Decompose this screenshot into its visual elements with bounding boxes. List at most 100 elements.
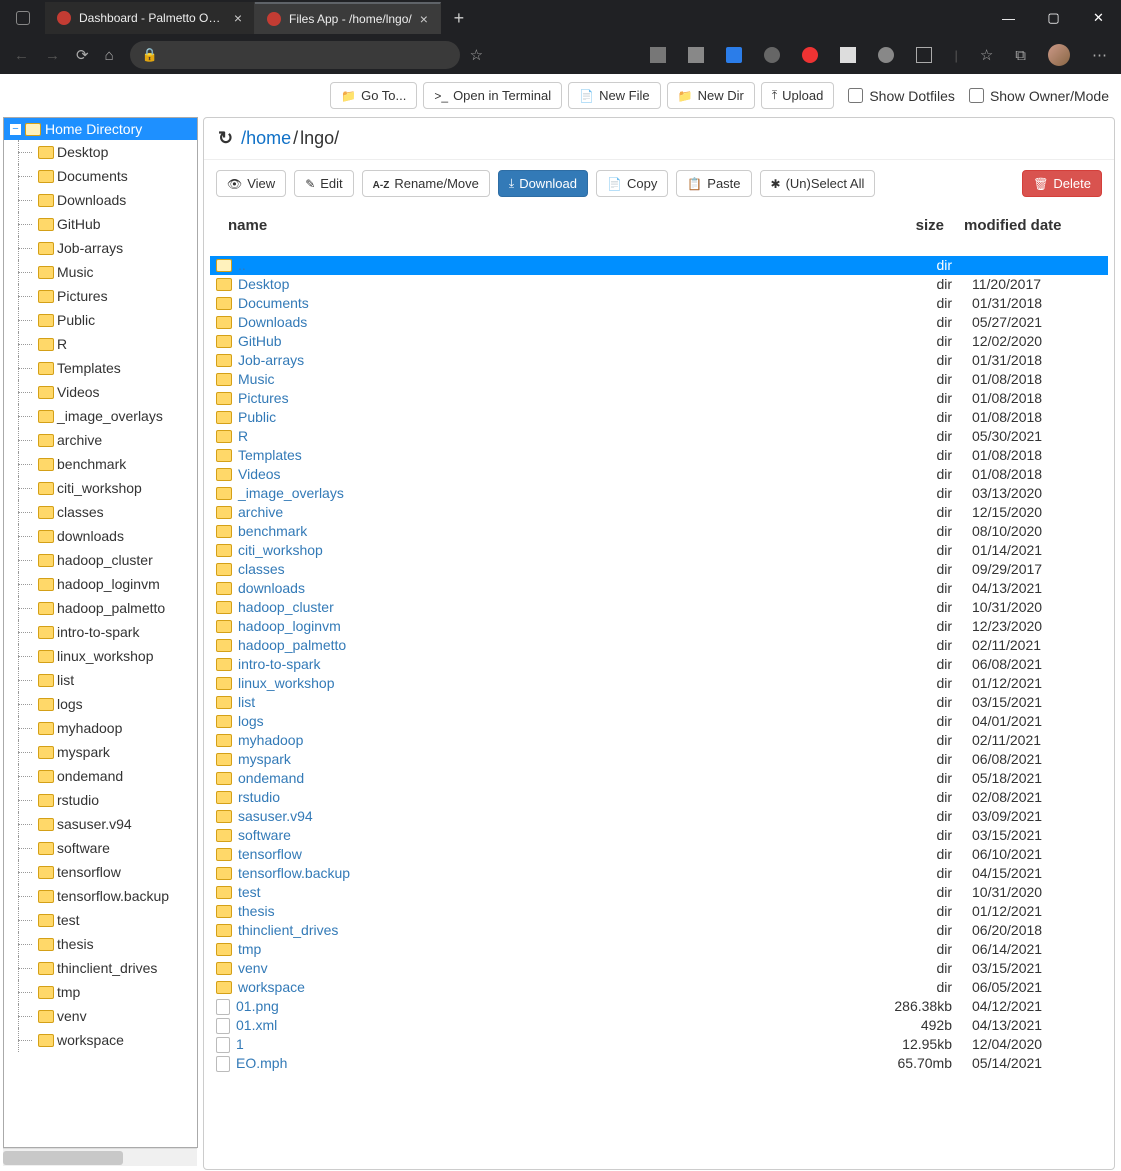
file-name-link[interactable]: _image_overlays (238, 484, 344, 503)
minimize-button[interactable]: — (986, 0, 1031, 36)
tree-item[interactable]: tensorflow (4, 860, 197, 884)
close-window-button[interactable]: ✕ (1076, 0, 1121, 36)
file-row[interactable]: tensorflowdir06/10/2021 (210, 845, 1108, 864)
file-name-link[interactable]: software (238, 826, 291, 845)
tree-item[interactable]: venv (4, 1004, 197, 1028)
tree-item[interactable]: workspace (4, 1028, 197, 1052)
tree-item[interactable]: benchmark (4, 452, 197, 476)
ext-icon-4[interactable] (764, 47, 780, 63)
tree-item[interactable]: Videos (4, 380, 197, 404)
file-name-link[interactable]: tensorflow.backup (238, 864, 350, 883)
directory-tree[interactable]: − Home Directory DesktopDocumentsDownloa… (3, 117, 198, 1148)
file-row[interactable]: benchmarkdir08/10/2020 (210, 522, 1108, 541)
tree-item[interactable]: Downloads (4, 188, 197, 212)
tree-item[interactable]: thesis (4, 932, 197, 956)
tree-item[interactable]: classes (4, 500, 197, 524)
new-tab-button[interactable]: + (441, 8, 477, 29)
file-row[interactable]: tmpdir06/14/2021 (210, 940, 1108, 959)
tree-item[interactable]: test (4, 908, 197, 932)
tree-item[interactable]: Documents (4, 164, 197, 188)
ext-icon-7[interactable] (878, 47, 894, 63)
file-row[interactable]: thesisdir01/12/2021 (210, 902, 1108, 921)
rename-button[interactable]: A-ZRename/Move (362, 170, 490, 197)
breadcrumb-home[interactable]: /home (241, 128, 291, 149)
tree-item[interactable]: Templates (4, 356, 197, 380)
tree-item[interactable]: citi_workshop (4, 476, 197, 500)
select-all-button[interactable]: ✱(Un)Select All (760, 170, 876, 197)
file-row[interactable]: archivedir12/15/2020 (210, 503, 1108, 522)
tree-item[interactable]: _image_overlays (4, 404, 197, 428)
tree-item[interactable]: R (4, 332, 197, 356)
tree-item[interactable]: GitHub (4, 212, 197, 236)
col-date-header[interactable]: modified date (964, 217, 1094, 234)
address-bar[interactable]: 🔒 (130, 41, 460, 69)
file-name-link[interactable]: intro-to-spark (238, 655, 320, 674)
file-row[interactable]: Downloadsdir05/27/2021 (210, 313, 1108, 332)
upload-button[interactable]: ⤒Upload (761, 82, 835, 109)
file-row[interactable]: hadoop_clusterdir10/31/2020 (210, 598, 1108, 617)
view-button[interactable]: 👁View (216, 170, 286, 197)
file-row[interactable]: Musicdir01/08/2018 (210, 370, 1108, 389)
file-row[interactable]: Templatesdir01/08/2018 (210, 446, 1108, 465)
file-name-link[interactable]: EO.mph (236, 1054, 287, 1073)
file-row[interactable]: hadoop_loginvmdir12/23/2020 (210, 617, 1108, 636)
file-row[interactable]: citi_workshopdir01/14/2021 (210, 541, 1108, 560)
tree-item[interactable]: Public (4, 308, 197, 332)
file-row[interactable]: ..dir (210, 256, 1108, 275)
file-row[interactable]: downloadsdir04/13/2021 (210, 579, 1108, 598)
file-row[interactable]: _image_overlaysdir03/13/2020 (210, 484, 1108, 503)
tree-item[interactable]: linux_workshop (4, 644, 197, 668)
tree-item[interactable]: Pictures (4, 284, 197, 308)
tree-item[interactable]: tensorflow.backup (4, 884, 197, 908)
file-row[interactable]: ondemanddir05/18/2021 (210, 769, 1108, 788)
tree-item[interactable]: software (4, 836, 197, 860)
file-name-link[interactable]: thesis (238, 902, 275, 921)
file-row[interactable]: 01.xml492b04/13/2021 (210, 1016, 1108, 1035)
file-row[interactable]: thinclient_drivesdir06/20/2018 (210, 921, 1108, 940)
file-row[interactable]: venvdir03/15/2021 (210, 959, 1108, 978)
forward-button[interactable]: → (45, 47, 60, 64)
tree-item[interactable]: list (4, 668, 197, 692)
tree-item[interactable]: hadoop_palmetto (4, 596, 197, 620)
tree-item[interactable]: rstudio (4, 788, 197, 812)
ext-icon-5[interactable] (802, 47, 818, 63)
file-row[interactable]: intro-to-sparkdir06/08/2021 (210, 655, 1108, 674)
file-name-link[interactable]: GitHub (238, 332, 282, 351)
file-name-link[interactable]: 1 (236, 1035, 244, 1054)
tree-item[interactable]: thinclient_drives (4, 956, 197, 980)
file-row[interactable]: testdir10/31/2020 (210, 883, 1108, 902)
collections-icon[interactable]: ⧉ (1015, 47, 1026, 64)
show-dotfiles-checkbox[interactable]: Show Dotfiles (848, 88, 955, 104)
file-name-link[interactable]: hadoop_palmetto (238, 636, 346, 655)
file-row[interactable]: 01.png286.38kb04/12/2021 (210, 997, 1108, 1016)
close-tab-icon[interactable]: × (234, 10, 242, 26)
browser-tab[interactable]: Files App - /home/lngo/× (255, 2, 441, 34)
file-row[interactable]: myhadoopdir02/11/2021 (210, 731, 1108, 750)
profile-avatar[interactable] (1048, 44, 1070, 66)
download-button[interactable]: ⤓Download (498, 170, 588, 197)
file-name-link[interactable]: test (238, 883, 261, 902)
tree-item[interactable]: logs (4, 692, 197, 716)
tree-item[interactable]: myspark (4, 740, 197, 764)
file-name-link[interactable]: tensorflow (238, 845, 302, 864)
favorite-button[interactable]: ☆ (470, 46, 483, 64)
new-file-button[interactable]: 📄New File (568, 82, 661, 109)
file-name-link[interactable]: hadoop_loginvm (238, 617, 341, 636)
tree-item[interactable]: downloads (4, 524, 197, 548)
file-row[interactable]: mysparkdir06/08/2021 (210, 750, 1108, 769)
goto-button[interactable]: 📁Go To... (330, 82, 417, 109)
file-name-link[interactable]: R (238, 427, 248, 446)
file-name-link[interactable]: Public (238, 408, 276, 427)
open-terminal-button[interactable]: >_Open in Terminal (423, 82, 562, 109)
maximize-button[interactable]: ▢ (1031, 0, 1076, 36)
file-name-link[interactable]: rstudio (238, 788, 280, 807)
file-row[interactable]: hadoop_palmettodir02/11/2021 (210, 636, 1108, 655)
file-name-link[interactable]: 01.png (236, 997, 279, 1016)
file-row[interactable]: EO.mph65.70mb05/14/2021 (210, 1054, 1108, 1073)
file-name-link[interactable]: ondemand (238, 769, 304, 788)
ext-icon-6[interactable] (840, 47, 856, 63)
back-button[interactable]: ← (14, 47, 29, 64)
close-tab-icon[interactable]: × (420, 11, 428, 27)
file-name-link[interactable]: benchmark (238, 522, 307, 541)
file-name-link[interactable]: hadoop_cluster (238, 598, 334, 617)
